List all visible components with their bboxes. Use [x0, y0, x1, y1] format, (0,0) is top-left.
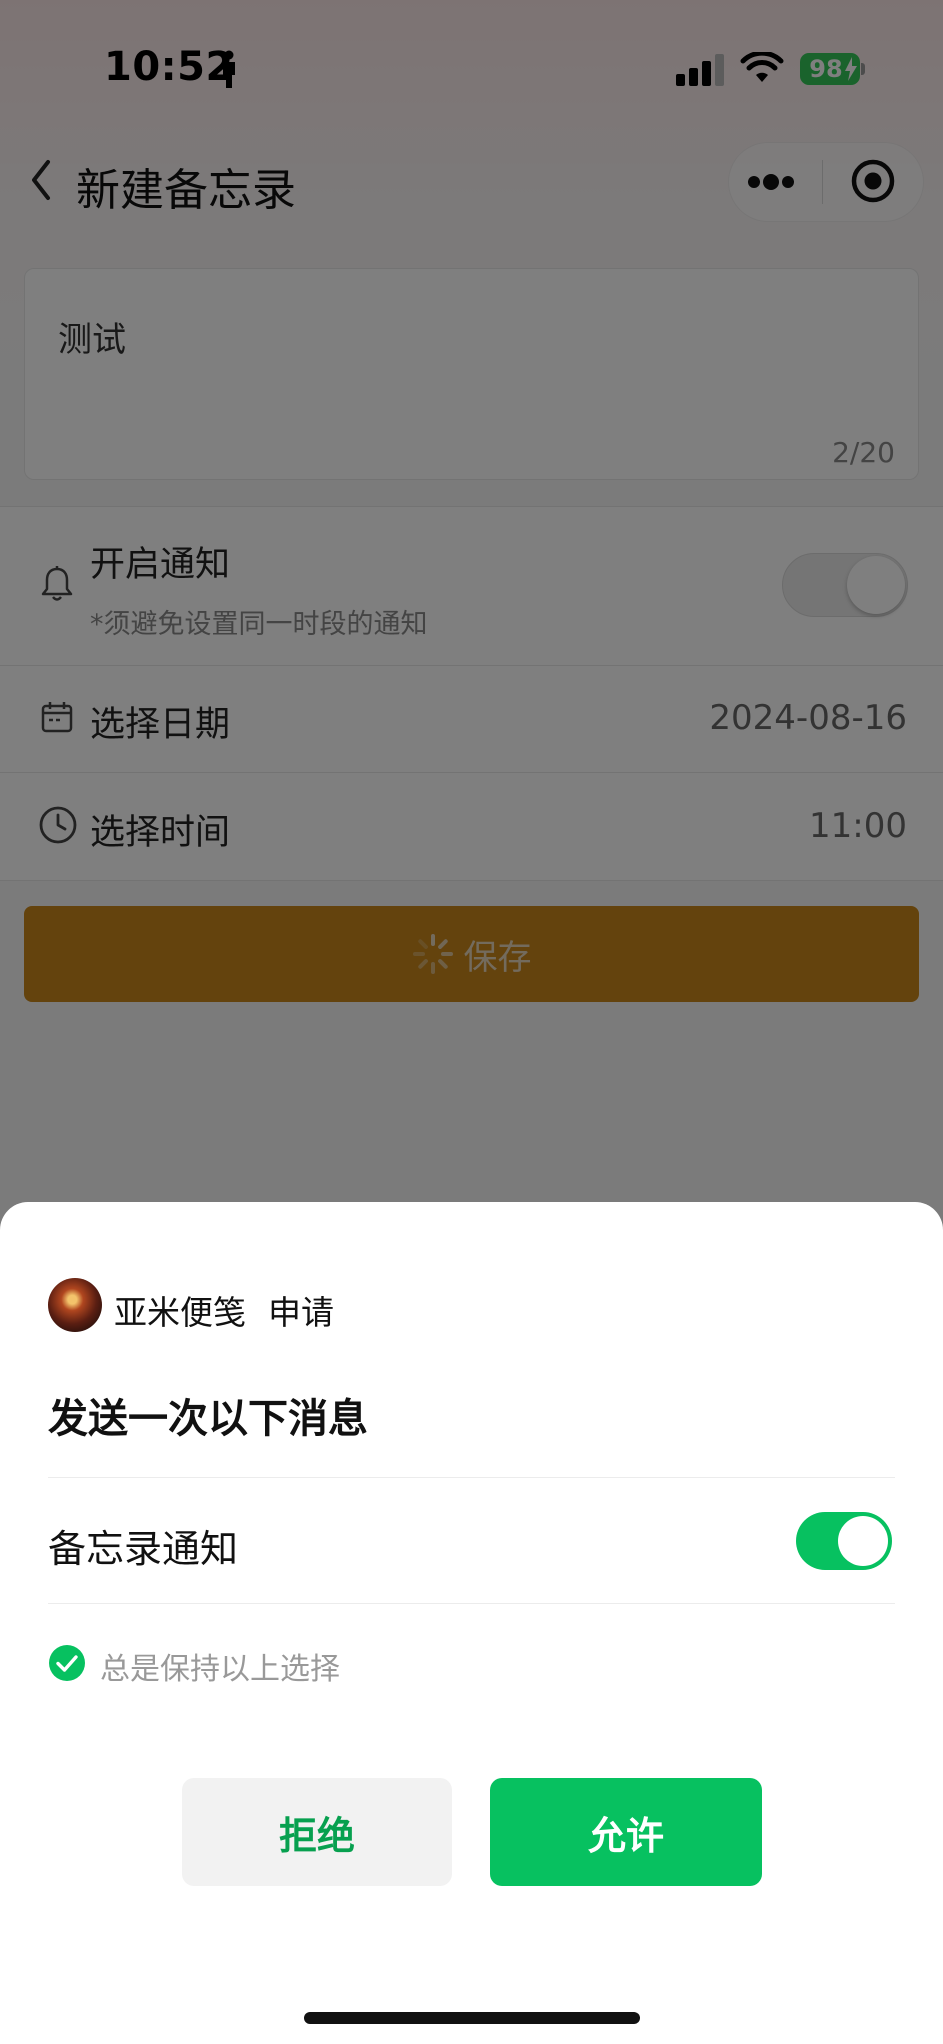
toggle-knob: [838, 1516, 888, 1566]
app-name: 亚米便笺: [114, 1293, 246, 1332]
allow-button[interactable]: 允许: [490, 1778, 762, 1886]
sheet-divider: [48, 1477, 895, 1478]
home-indicator: [304, 2012, 640, 2024]
sheet-heading: 发送一次以下消息: [48, 1396, 368, 1442]
permission-label: 备忘录通知: [48, 1527, 239, 1571]
apply-text: 申请: [268, 1293, 334, 1332]
app-avatar: [48, 1278, 102, 1332]
reject-button[interactable]: 拒绝: [182, 1778, 452, 1886]
keep-choice-label[interactable]: 总是保持以上选择: [100, 1644, 340, 1688]
checkmark-circle-icon[interactable]: [48, 1644, 86, 1682]
memo-page: 10:52 98 新建备忘录 测试 2/20: [0, 0, 943, 2044]
sheet-divider: [48, 1603, 895, 1604]
permission-toggle[interactable]: [796, 1512, 892, 1570]
